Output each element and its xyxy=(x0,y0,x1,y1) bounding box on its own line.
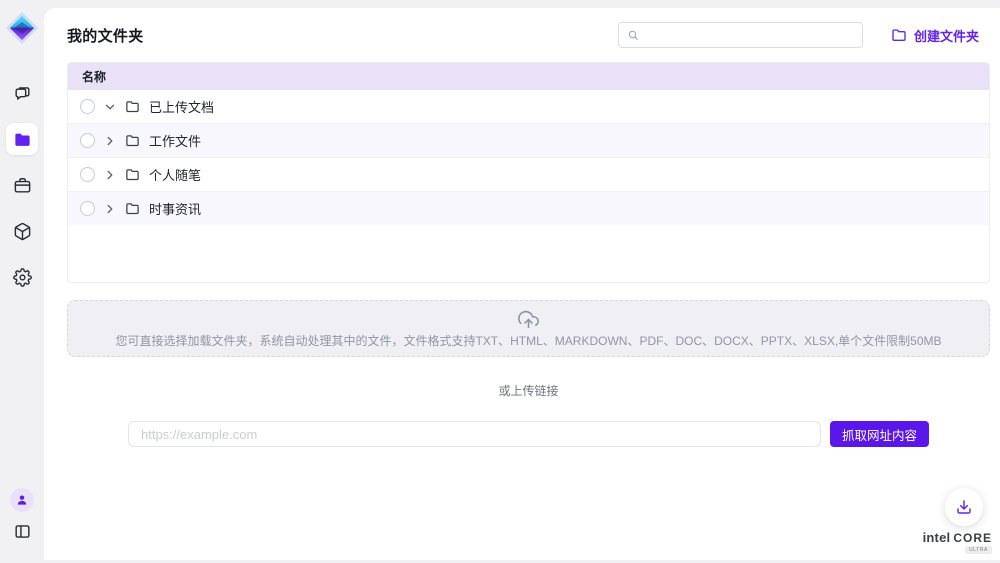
folder-icon xyxy=(13,130,32,149)
sidebar xyxy=(0,0,44,563)
fetch-url-button[interactable]: 抓取网址内容 xyxy=(830,421,929,447)
search-input[interactable] xyxy=(645,27,854,43)
app-logo-icon xyxy=(5,11,39,45)
url-input[interactable] xyxy=(128,421,821,447)
user-avatar[interactable] xyxy=(10,488,34,512)
folder-icon xyxy=(125,99,140,114)
table-header-name: 名称 xyxy=(68,63,989,90)
chevron-down-icon[interactable] xyxy=(103,100,117,114)
row-checkbox[interactable] xyxy=(80,201,95,216)
upload-hint-text: 您可直接选择加载文件夹，系统自动处理其中的文件，文件格式支持TXT、HTML、M… xyxy=(115,332,941,349)
app-window: 我的文件夹 创建文件夹 名称 已上传文档 xyxy=(0,0,1000,563)
or-upload-link-label: 或上传链接 xyxy=(67,382,990,399)
sidebar-item-chat[interactable] xyxy=(6,77,38,109)
table-row[interactable]: 已上传文档 xyxy=(68,90,989,123)
search-box xyxy=(618,22,863,48)
folder-icon xyxy=(125,133,140,148)
url-upload-row: 抓取网址内容 xyxy=(128,421,929,447)
folder-name: 工作文件 xyxy=(149,131,201,150)
sidebar-item-plugins[interactable] xyxy=(6,215,38,247)
table-row[interactable]: 工作文件 xyxy=(68,123,989,157)
sidebar-item-workspace[interactable] xyxy=(6,169,38,201)
folder-name: 时事资讯 xyxy=(149,199,201,218)
sidebar-nav xyxy=(6,77,38,307)
create-folder-button[interactable]: 创建文件夹 xyxy=(885,25,985,46)
page-header: 我的文件夹 创建文件夹 xyxy=(67,8,990,62)
search-icon xyxy=(627,29,639,41)
chevron-right-icon[interactable] xyxy=(103,168,117,182)
briefcase-icon xyxy=(13,176,32,195)
panel-toggle-icon[interactable] xyxy=(13,522,32,541)
page-title: 我的文件夹 xyxy=(67,25,144,46)
folder-name: 已上传文档 xyxy=(149,97,214,116)
gear-icon xyxy=(13,268,32,287)
user-icon xyxy=(15,493,29,507)
cloud-upload-icon xyxy=(518,309,539,330)
folder-icon xyxy=(125,167,140,182)
table-row[interactable]: 时事资讯 xyxy=(68,191,989,225)
download-fab-button[interactable] xyxy=(945,488,983,526)
brand-ultra-badge: ultra xyxy=(965,546,992,554)
brand-intel-text: intel xyxy=(923,530,951,545)
intel-core-logo: intel core ultra xyxy=(923,530,992,554)
chevron-right-icon[interactable] xyxy=(103,134,117,148)
folder-plus-icon xyxy=(891,27,907,43)
sidebar-item-folders[interactable] xyxy=(6,123,38,155)
row-checkbox[interactable] xyxy=(80,99,95,114)
folder-name: 个人随笔 xyxy=(149,165,201,184)
sidebar-item-settings[interactable] xyxy=(6,261,38,293)
chat-icon xyxy=(13,84,32,103)
table-row[interactable]: 个人随笔 xyxy=(68,157,989,191)
chevron-right-icon[interactable] xyxy=(103,202,117,216)
folder-icon xyxy=(125,201,140,216)
download-icon xyxy=(956,499,972,515)
brand-core-text: core xyxy=(953,531,992,545)
create-folder-label: 创建文件夹 xyxy=(914,26,979,45)
main-panel: 我的文件夹 创建文件夹 名称 已上传文档 xyxy=(44,8,1000,560)
row-checkbox[interactable] xyxy=(80,167,95,182)
box-icon xyxy=(13,222,32,241)
row-checkbox[interactable] xyxy=(80,133,95,148)
upload-dropzone[interactable]: 您可直接选择加载文件夹，系统自动处理其中的文件，文件格式支持TXT、HTML、M… xyxy=(67,300,990,357)
folder-table: 名称 已上传文档 工作文件 个人随笔 xyxy=(67,62,990,283)
